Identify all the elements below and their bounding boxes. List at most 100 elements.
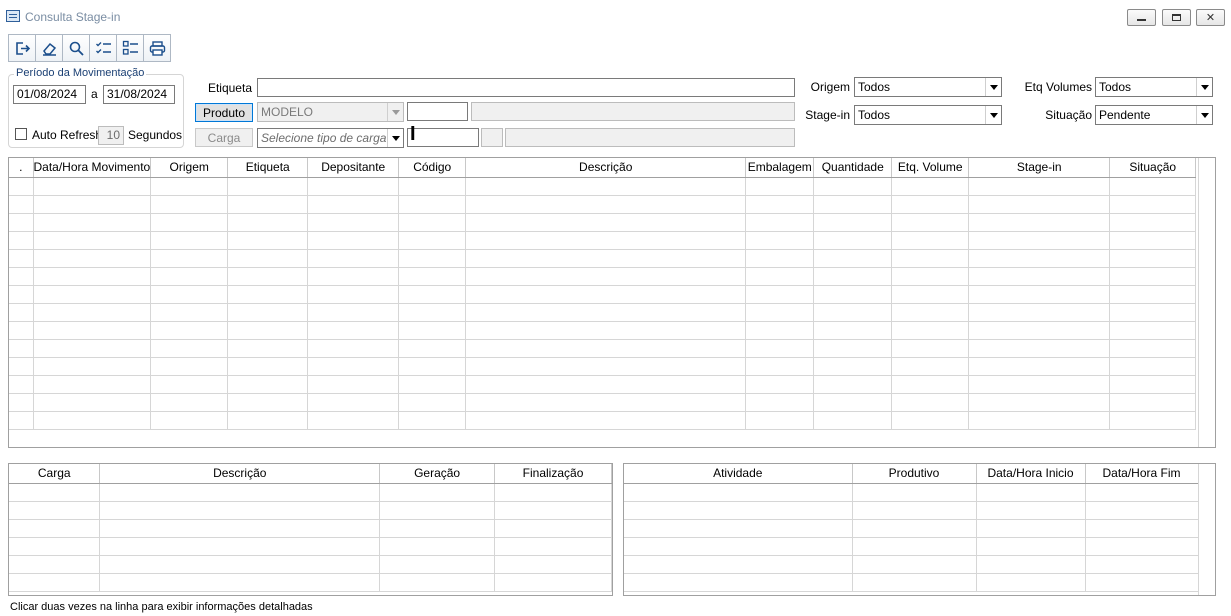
chevron-down-icon: [1196, 78, 1212, 96]
movements-cell: [891, 339, 970, 358]
toolbar: [8, 34, 171, 62]
origem-combo[interactable]: Todos: [854, 77, 1002, 97]
movements-row[interactable]: [9, 357, 1197, 376]
atividade-column-header[interactable]: Data/Hora Inicio: [976, 464, 1086, 484]
carga-column-header[interactable]: Descrição: [99, 464, 381, 484]
movements-column-header[interactable]: Situação: [1109, 158, 1197, 178]
carga-row[interactable]: [9, 483, 612, 502]
etiqueta-field[interactable]: [257, 78, 795, 97]
movements-cell: [307, 339, 400, 358]
print-button[interactable]: [143, 34, 171, 62]
chevron-down-icon: [387, 129, 403, 147]
movements-column-header[interactable]: Descrição: [465, 158, 747, 178]
carga-row[interactable]: [9, 519, 612, 538]
movements-cell: [745, 303, 815, 322]
movements-row[interactable]: [9, 411, 1197, 430]
movements-row[interactable]: [9, 303, 1197, 322]
atividade-column-header[interactable]: Atividade: [624, 464, 853, 484]
movements-row[interactable]: [9, 213, 1197, 232]
carga-row[interactable]: [9, 573, 612, 592]
movements-row[interactable]: [9, 177, 1197, 196]
check-all-button[interactable]: [89, 34, 117, 62]
atividade-row[interactable]: [624, 519, 1199, 538]
movements-cell: [813, 177, 893, 196]
movements-row[interactable]: [9, 231, 1197, 250]
carga-grid[interactable]: Carga Descrição Geração Finalização: [8, 463, 613, 596]
close-button[interactable]: ✕: [1196, 9, 1225, 26]
date-to-field[interactable]: 31/08/2024: [103, 85, 175, 104]
atividade-row[interactable]: [624, 501, 1199, 520]
atividade-row[interactable]: [624, 555, 1199, 574]
movements-row[interactable]: [9, 249, 1197, 268]
uncheck-all-button[interactable]: [116, 34, 144, 62]
situacao-combo[interactable]: Pendente: [1095, 105, 1213, 125]
movements-cell: [9, 411, 34, 430]
auto-refresh-checkbox[interactable]: [15, 128, 27, 140]
date-from-field[interactable]: 01/08/2024: [13, 85, 86, 104]
produto-code-field[interactable]: [407, 102, 468, 121]
carga-field[interactable]: [407, 128, 479, 147]
produto-button[interactable]: Produto: [195, 103, 253, 122]
movements-column-header[interactable]: Código: [398, 158, 467, 178]
movements-cell: [465, 375, 747, 394]
refresh-seconds-field[interactable]: 10: [98, 126, 124, 145]
atividade-row[interactable]: [624, 573, 1199, 592]
atividade-row[interactable]: [624, 537, 1199, 556]
movements-cell: [465, 411, 747, 430]
auto-refresh-label: Auto Refresh: [32, 128, 103, 142]
carga-column-header[interactable]: Geração: [379, 464, 496, 484]
clear-button[interactable]: [35, 34, 63, 62]
stage-in-combo[interactable]: Todos: [854, 105, 1002, 125]
etq-volumes-combo[interactable]: Todos: [1095, 77, 1213, 97]
produto-combo[interactable]: MODELO: [257, 102, 404, 122]
carga-type-combo[interactable]: Selecione tipo de carga: [257, 128, 404, 148]
atividade-cell: [624, 555, 853, 574]
search-button[interactable]: [62, 34, 90, 62]
carga-row[interactable]: [9, 537, 612, 556]
movements-row[interactable]: [9, 285, 1197, 304]
movements-column-header[interactable]: .: [9, 158, 34, 178]
movements-column-header[interactable]: Embalagem: [745, 158, 815, 178]
atividade-column-header[interactable]: Data/Hora Fim: [1085, 464, 1199, 484]
movements-row[interactable]: [9, 195, 1197, 214]
movements-column-header[interactable]: Stage-in: [968, 158, 1111, 178]
print-icon: [149, 40, 165, 56]
movements-grid[interactable]: . Data/Hora Movimento Origem Etiqueta Deposi…: [8, 157, 1216, 448]
movements-column-header[interactable]: Origem: [150, 158, 229, 178]
movements-column-header[interactable]: Data/Hora Movimento: [33, 158, 152, 178]
exit-button[interactable]: [8, 34, 36, 62]
carga-cell: [99, 555, 381, 574]
movements-row[interactable]: [9, 375, 1197, 394]
movements-column-header[interactable]: Quantidade: [813, 158, 893, 178]
movements-row[interactable]: [9, 267, 1197, 286]
movements-cell: [398, 195, 467, 214]
carga-column-header[interactable]: Finalização: [494, 464, 612, 484]
movements-row[interactable]: [9, 321, 1197, 340]
maximize-button[interactable]: [1162, 9, 1191, 26]
movements-cell: [150, 285, 229, 304]
chevron-down-icon: [985, 106, 1001, 124]
movements-cell: [891, 357, 970, 376]
atividade-row[interactable]: [624, 483, 1199, 502]
movements-cell: [968, 195, 1111, 214]
movements-column-header[interactable]: Etiqueta: [227, 158, 309, 178]
carga-row[interactable]: [9, 501, 612, 520]
maximize-icon: [1172, 14, 1181, 21]
carga-column-header[interactable]: Carga: [9, 464, 101, 484]
movements-column-header[interactable]: Depositante: [307, 158, 400, 178]
movements-cell: [307, 411, 400, 430]
atividade-column-header[interactable]: Produtivo: [852, 464, 977, 484]
minimize-button[interactable]: [1127, 9, 1156, 26]
movements-cell: [813, 249, 893, 268]
carga-row[interactable]: [9, 555, 612, 574]
movements-grid-scrollbar[interactable]: [1198, 158, 1215, 447]
movements-column-header[interactable]: Etq. Volume: [891, 158, 970, 178]
atividade-grid[interactable]: Atividade Produtivo Data/Hora Inicio Data/H…: [623, 463, 1216, 596]
movements-cell: [227, 213, 309, 232]
movements-cell: [891, 213, 970, 232]
movements-row[interactable]: [9, 393, 1197, 412]
movements-cell: [33, 411, 152, 430]
movements-row[interactable]: [9, 339, 1197, 358]
atividade-grid-scrollbar[interactable]: [1198, 464, 1215, 595]
carga-button[interactable]: Carga: [195, 128, 253, 147]
